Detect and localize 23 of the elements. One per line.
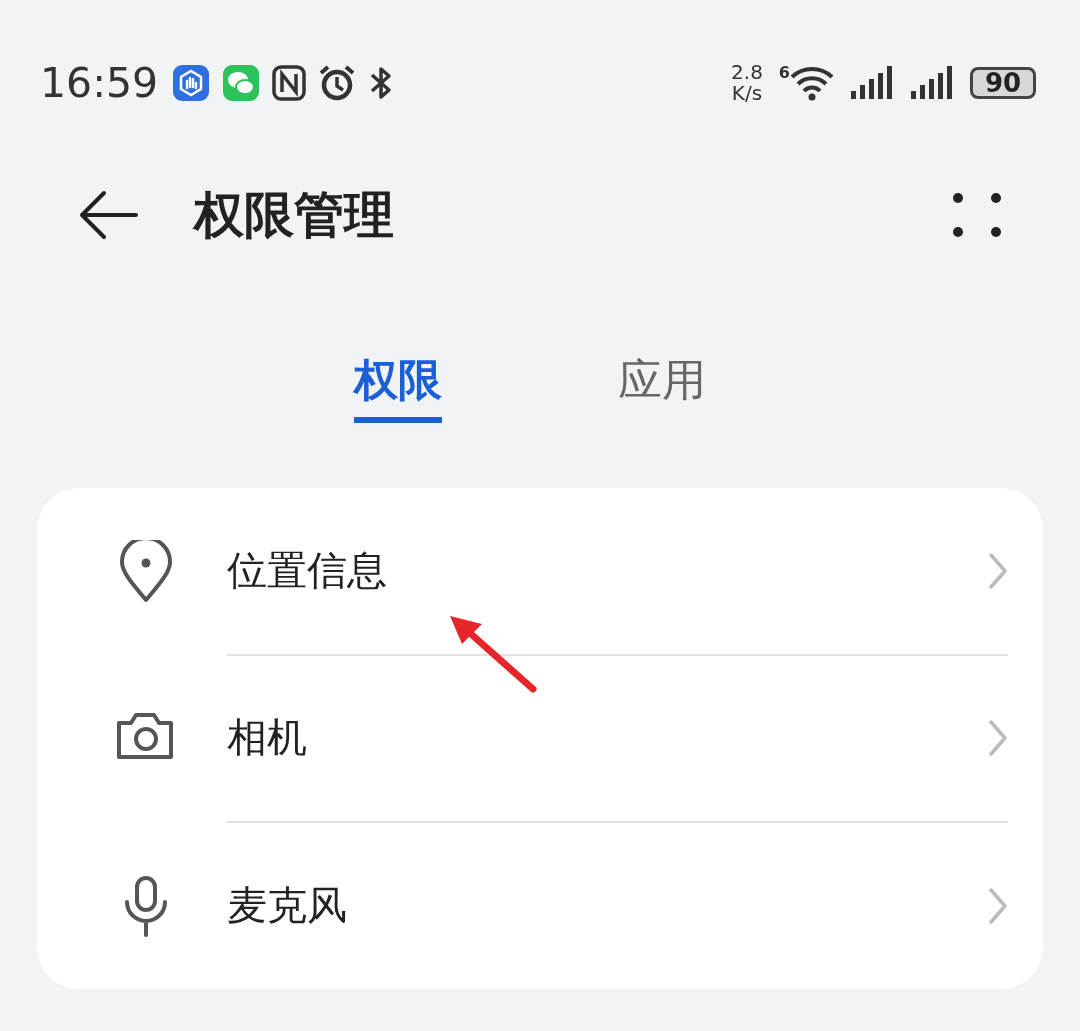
network-speed-unit: K/s [731,83,763,104]
wifi-label: 6 [778,65,790,81]
location-pin-icon [117,539,175,604]
permission-item[interactable]: 相机 [37,655,1043,822]
chevron-right-icon [988,886,1008,925]
alarm-icon [318,64,357,102]
network-speed: 2.8 [731,62,763,83]
back-arrow-icon[interactable] [78,190,138,240]
signal-icon [910,65,954,101]
tab[interactable]: 权限 [354,351,442,423]
signal-icon [850,65,894,101]
page-title: 权限管理 [194,184,395,246]
clock-time: 16:59 [40,59,159,107]
chat-app-icon [222,64,261,102]
more-options-icon[interactable] [952,192,1002,238]
battery-icon: 90 [970,67,1036,99]
chevron-right-icon [988,551,1008,590]
hand-app-icon [172,64,211,102]
permission-item[interactable]: 麦克风 [37,822,1043,989]
nfc-icon [272,65,307,101]
wifi-icon [790,65,834,101]
chevron-right-icon [988,718,1008,757]
tab[interactable]: 应用 [618,351,706,423]
